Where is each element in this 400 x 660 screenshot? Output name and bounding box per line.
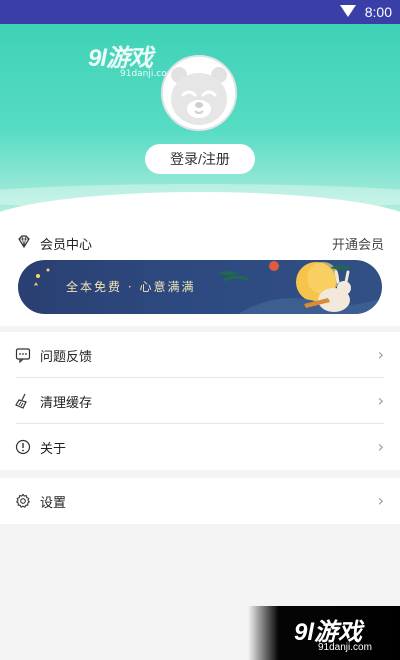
- wifi-icon: [340, 5, 356, 17]
- menu-item-clear-cache[interactable]: 清理缓存 ›: [0, 378, 400, 424]
- menu-item-about[interactable]: 关于 ›: [0, 424, 400, 470]
- chevron-right-icon: ›: [377, 491, 384, 510]
- banner-slogan: 全本免费 · 心意满满: [66, 280, 196, 294]
- broom-icon: [15, 393, 27, 409]
- info-icon: [15, 439, 31, 455]
- menu-item-feedback[interactable]: 问题反馈 ›: [0, 332, 400, 378]
- open-vip-link[interactable]: 开通会员: [332, 234, 384, 253]
- menu-item-label: 关于: [40, 442, 67, 457]
- vip-card: 会员中心 开通会员 全本免费 · 心意满满: [0, 216, 400, 326]
- menu-item-label: 设置: [40, 496, 67, 511]
- status-bar: 8:00: [0, 0, 400, 24]
- vip-banner[interactable]: 全本免费 · 心意满满: [18, 260, 382, 314]
- watermark-domain: 91danji.com: [318, 642, 372, 653]
- gear-icon: [15, 493, 31, 508]
- chevron-right-icon: ›: [377, 345, 384, 364]
- bottom-watermark: 9l游戏 91danji.com: [248, 606, 400, 660]
- vip-center-title: 会员中心: [40, 238, 93, 253]
- bear-face-icon: [163, 57, 235, 129]
- login-register-button[interactable]: 登录/注册: [145, 144, 255, 174]
- menu-item-label: 问题反馈: [40, 350, 93, 365]
- watermark-logo-text: 9l游戏: [88, 45, 153, 72]
- status-time: 8:00: [364, 4, 392, 20]
- feedback-icon: [15, 348, 31, 363]
- menu-item-settings[interactable]: 设置 ›: [0, 478, 400, 524]
- diamond-icon: [18, 235, 30, 249]
- menu-item-label: 清理缓存: [40, 396, 93, 411]
- chevron-right-icon: ›: [377, 391, 384, 410]
- avatar[interactable]: [161, 55, 237, 131]
- menu-list: 问题反馈 › 清理缓存 › 关于 ›: [0, 332, 400, 470]
- chevron-right-icon: ›: [377, 437, 384, 456]
- settings-card: 设置 ›: [0, 478, 400, 524]
